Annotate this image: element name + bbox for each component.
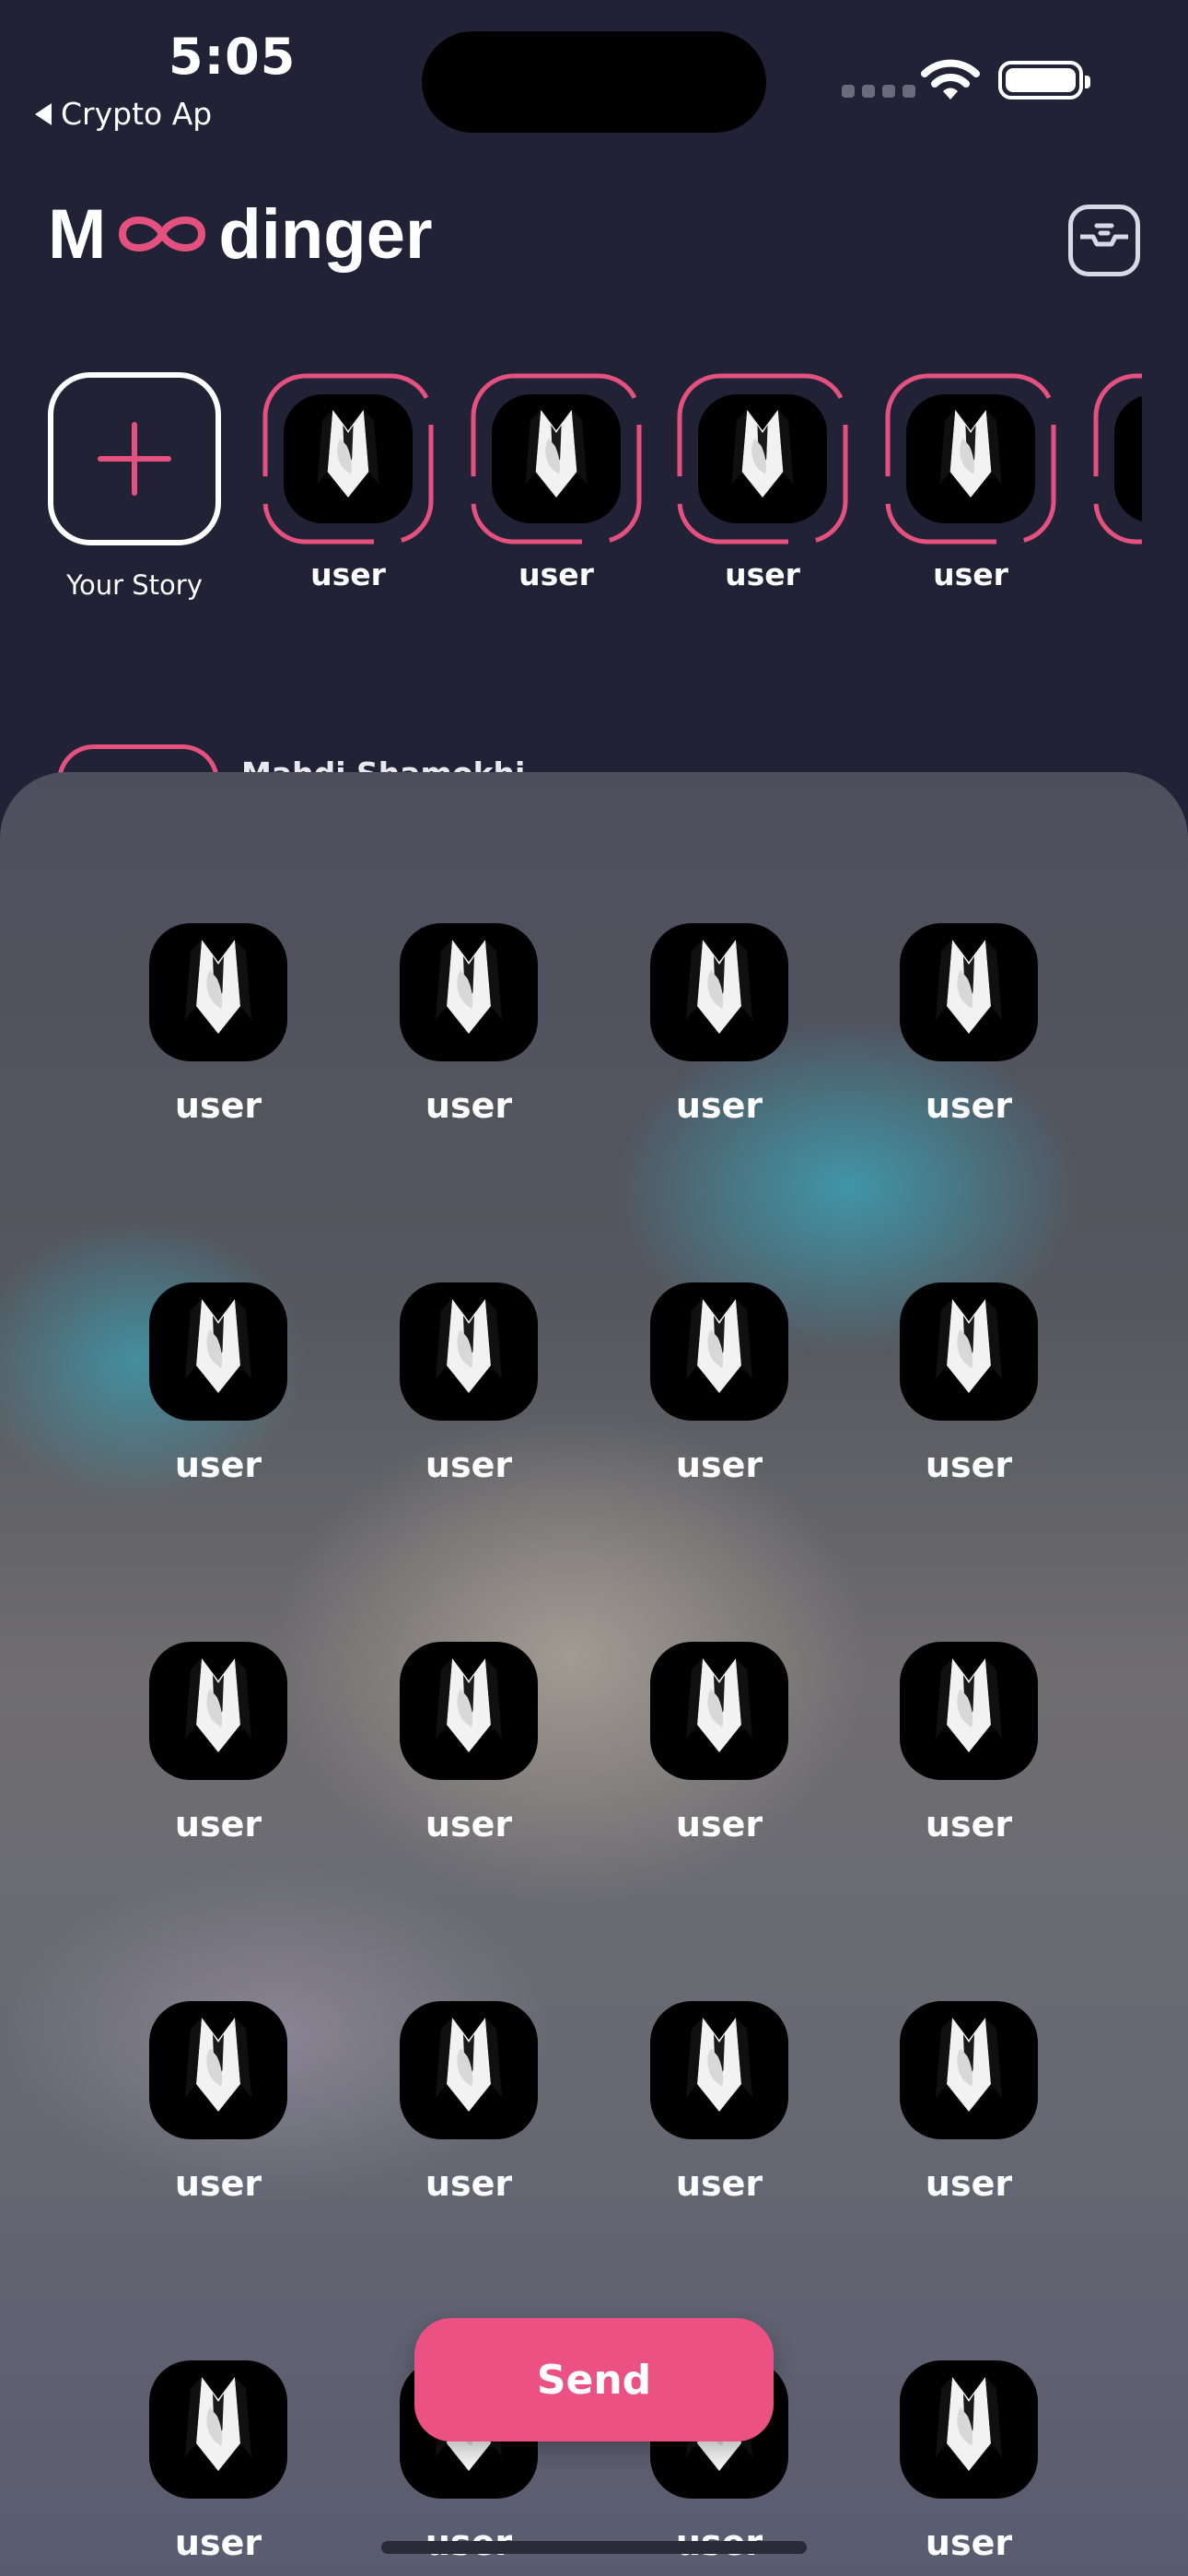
story-ring <box>470 372 643 545</box>
share-user-item[interactable]: user <box>618 2001 821 2204</box>
back-to-app-link[interactable]: Crypto Ap <box>35 96 212 132</box>
wifi-icon <box>921 59 980 100</box>
share-username: user <box>675 1445 763 1485</box>
user-avatar-icon <box>900 2001 1038 2139</box>
logo-text-start: M <box>48 194 107 274</box>
share-user-item[interactable]: user <box>618 1642 821 1844</box>
share-sheet: user user user user user user user user user user… <box>0 772 1188 2576</box>
share-username: user <box>425 1445 513 1485</box>
story-username: user <box>933 556 1008 592</box>
story-username: user <box>310 556 386 592</box>
share-username: user <box>925 2163 1013 2204</box>
add-story-item[interactable]: Your Story <box>48 372 221 601</box>
story-username: user <box>518 556 594 592</box>
share-username: user <box>425 1804 513 1844</box>
user-avatar-icon <box>900 1282 1038 1421</box>
share-user-item[interactable]: user <box>868 2360 1070 2563</box>
share-username: user <box>174 2523 262 2563</box>
plus-icon <box>98 422 171 496</box>
user-avatar-icon <box>900 1642 1038 1780</box>
your-story-label: Your Story <box>66 569 203 601</box>
story-ring <box>884 372 1057 545</box>
share-username: user <box>925 2523 1013 2563</box>
inbox-button[interactable] <box>1068 205 1140 276</box>
share-username: user <box>174 2163 262 2204</box>
share-user-item[interactable]: user <box>367 1282 570 1485</box>
share-username: user <box>174 1804 262 1844</box>
infinity-logo-icon <box>119 217 206 252</box>
user-avatar-icon <box>400 1642 538 1780</box>
user-avatar-icon <box>900 2360 1038 2499</box>
user-avatar-icon <box>492 394 621 523</box>
user-avatar-icon <box>906 394 1035 523</box>
story-item-partial[interactable] <box>1092 372 1142 545</box>
send-button[interactable]: Send <box>414 2318 774 2441</box>
app-logo: M dinger <box>48 194 433 274</box>
screen: 5:05 Crypto Ap M dinger Your Story user … <box>0 0 1188 2576</box>
back-app-label: Crypto Ap <box>61 96 213 132</box>
stories-row: Your Story user user user user <box>0 372 1142 612</box>
story-ring <box>676 372 849 545</box>
share-username: user <box>675 2163 763 2204</box>
user-avatar-icon <box>900 923 1038 1061</box>
story-item[interactable]: user <box>470 372 643 592</box>
share-user-item[interactable]: user <box>117 2001 320 2204</box>
share-user-item[interactable]: user <box>868 1282 1070 1485</box>
story-item[interactable]: user <box>676 372 849 592</box>
cellular-signal-icon <box>842 85 915 98</box>
user-avatar-icon <box>650 923 788 1061</box>
share-user-item[interactable]: user <box>367 1642 570 1844</box>
back-arrow-icon <box>35 102 52 125</box>
user-avatar-icon <box>149 923 287 1061</box>
share-user-item[interactable]: user <box>367 923 570 1126</box>
share-username: user <box>925 1445 1013 1485</box>
user-avatar-icon <box>400 2001 538 2139</box>
share-user-item[interactable]: user <box>117 923 320 1126</box>
logo-text-end: dinger <box>218 194 433 274</box>
share-user-item[interactable]: user <box>367 2001 570 2204</box>
user-avatar-icon <box>284 394 413 523</box>
share-user-item[interactable]: user <box>618 1282 821 1485</box>
user-avatar-icon <box>698 394 827 523</box>
share-username: user <box>925 1804 1013 1844</box>
user-avatar-icon <box>149 1642 287 1780</box>
user-avatar-icon <box>400 923 538 1061</box>
share-username: user <box>675 1085 763 1126</box>
story-ring <box>262 372 435 545</box>
story-username: user <box>725 556 800 592</box>
share-username: user <box>425 1085 513 1126</box>
user-avatar-icon <box>650 2001 788 2139</box>
share-username: user <box>174 1085 262 1126</box>
status-time: 5:05 <box>169 28 297 86</box>
share-username: user <box>425 2163 513 2204</box>
user-avatar-icon <box>650 1642 788 1780</box>
battery-icon <box>998 61 1090 100</box>
user-avatar-icon <box>149 1282 287 1421</box>
add-story-button[interactable] <box>48 372 221 545</box>
story-item[interactable]: user <box>262 372 435 592</box>
share-user-item[interactable]: user <box>868 2001 1070 2204</box>
share-user-item[interactable]: user <box>117 1282 320 1485</box>
user-avatar-icon <box>650 1282 788 1421</box>
share-username: user <box>925 1085 1013 1126</box>
share-user-item[interactable]: user <box>117 2360 320 2563</box>
user-avatar-icon <box>149 2001 287 2139</box>
story-item[interactable]: user <box>884 372 1057 592</box>
story-ring <box>1092 372 1142 545</box>
share-username: user <box>675 1804 763 1844</box>
share-user-item[interactable]: user <box>868 1642 1070 1844</box>
share-user-item[interactable]: user <box>117 1642 320 1844</box>
share-username: user <box>174 1445 262 1485</box>
user-avatar-icon <box>400 1282 538 1421</box>
share-user-item[interactable]: user <box>868 923 1070 1126</box>
share-user-item[interactable]: user <box>618 923 821 1126</box>
dynamic-island <box>422 31 766 133</box>
inbox-icon <box>1080 223 1128 247</box>
user-avatar-icon <box>1114 394 1142 523</box>
home-indicator[interactable] <box>381 2541 807 2554</box>
user-avatar-icon <box>149 2360 287 2499</box>
